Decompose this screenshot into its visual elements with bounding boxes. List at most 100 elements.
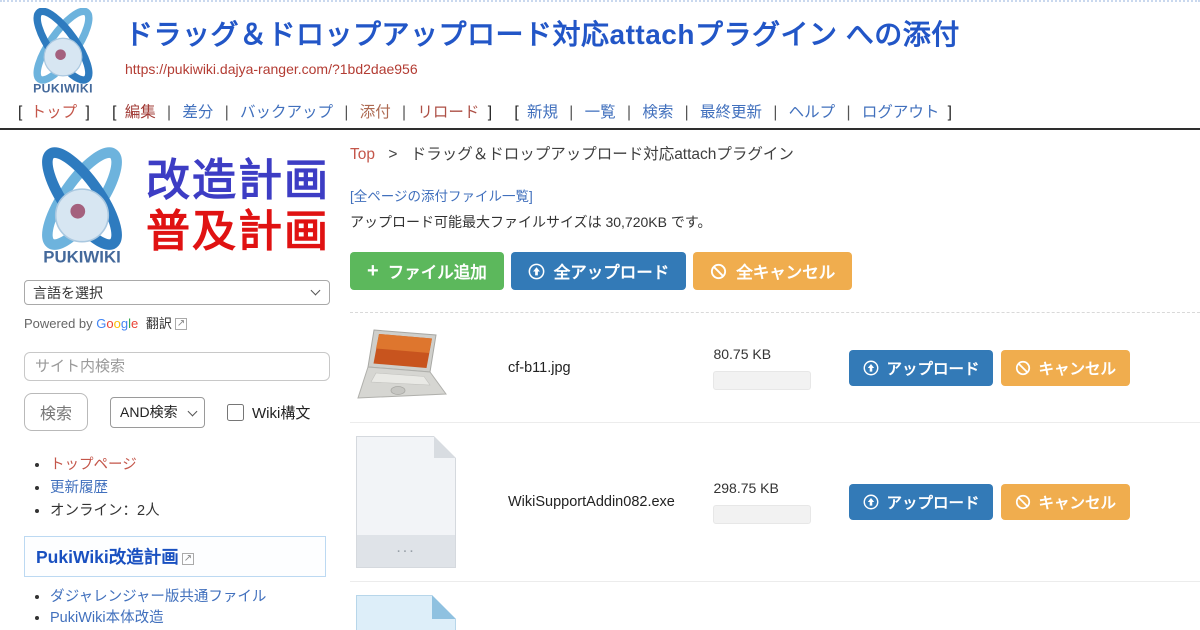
list-item: トップページ <box>50 455 330 477</box>
atom-logo-icon: PUKIWIKI <box>24 146 140 268</box>
logo-slogan-1: 改造計画 <box>146 156 330 207</box>
sidebar-link-toppage[interactable]: トップページ <box>50 457 137 473</box>
nav-link-recent[interactable]: 最終更新 <box>700 104 762 121</box>
nav-link-new[interactable]: 新規 <box>527 104 558 121</box>
bracket: [ <box>514 104 518 121</box>
list-item: オンライン：2人 <box>50 501 330 523</box>
pukiwiki-attach-page: PUKIWIKI ドラッグ＆ドロップアップロード対応attachプラグイン への… <box>0 0 1200 630</box>
online-count: オンライン：2人 <box>50 503 160 519</box>
breadcrumb-current: ドラッグ＆ドロップアップロード対応attachプラグイン <box>411 146 794 163</box>
logo-slogan-2: 普及計画 <box>146 207 330 258</box>
separator: | <box>685 104 689 121</box>
external-link-icon: ↗ <box>182 553 194 565</box>
breadcrumb-separator: > <box>388 146 397 163</box>
wiki-syntax-label: Wiki構文 <box>252 402 310 423</box>
powered-by-google: Powered by Google 翻訳↗ <box>24 313 330 332</box>
list-item: ダジャレンジャー版共通ファイル <box>50 587 330 608</box>
nav-link-search[interactable]: 検索 <box>642 104 673 121</box>
separator: | <box>569 104 573 121</box>
upload-button[interactable]: アップロード <box>849 350 993 386</box>
nav-bar: [ トップ ] [ 編集 | 差分 | バックアップ | 添付 | リロード ]… <box>0 98 1200 128</box>
nav-link-edit[interactable]: 編集 <box>125 104 156 121</box>
file-thumbnail <box>356 326 508 409</box>
sidebar: PUKIWIKI 改造計画 普及計画 言語を選択 Powered by Goog… <box>0 130 330 630</box>
file-size: 80.75 KB <box>713 346 833 362</box>
file-name: cf-b11.jpg <box>508 360 713 376</box>
separator: | <box>167 104 171 121</box>
all-attachments-link[interactable]: [全ページの添付ファイル一覧] <box>350 185 533 205</box>
upload-toolbar: + ファイル追加 全アップロード 全キャンセル <box>350 252 1200 290</box>
sidebar-link-history[interactable]: 更新履歴 <box>50 480 108 496</box>
ban-icon <box>1015 360 1031 376</box>
svg-text:PUKIWIKI: PUKIWIKI <box>43 248 121 267</box>
upload-progress-bar <box>713 371 811 390</box>
laptop-image-thumbnail <box>356 326 450 404</box>
sidebar-logo[interactable]: PUKIWIKI 改造計画 普及計画 <box>24 146 330 268</box>
nav-link-attach[interactable]: 添付 <box>360 104 391 121</box>
wiki-syntax-checkbox[interactable] <box>227 404 244 421</box>
ban-icon <box>1015 494 1031 510</box>
upload-circle-icon <box>863 494 879 510</box>
site-search-input[interactable] <box>24 352 330 381</box>
separator: | <box>627 104 631 121</box>
bracket: ] <box>948 104 952 121</box>
add-files-button[interactable]: + ファイル追加 <box>350 252 504 290</box>
max-filesize-text: アップロード可能最大ファイルサイズは 30,720KB です。 <box>350 212 1200 232</box>
svg-text:PUKIWIKI: PUKIWIKI <box>33 81 93 95</box>
upload-circle-icon <box>863 360 879 376</box>
bracket: ] <box>85 104 89 121</box>
page-fold-corner <box>434 436 456 458</box>
sidebar-link-core-mod[interactable]: PukiWiki本体改造 <box>50 610 164 626</box>
upload-progress-bar <box>713 505 811 524</box>
pukiwiki-logo[interactable]: PUKIWIKI <box>18 8 108 103</box>
upload-button[interactable]: アップロード <box>849 484 993 520</box>
separator: | <box>773 104 777 121</box>
sidebar-section-header[interactable]: PukiWiki改造計画↗ <box>24 536 326 577</box>
bracket: ] <box>488 104 492 121</box>
ban-icon <box>710 263 727 280</box>
nav-link-help[interactable]: ヘルプ <box>789 104 836 121</box>
nav-link-list[interactable]: 一覧 <box>585 104 616 121</box>
breadcrumb-home-link[interactable]: Top <box>350 146 375 163</box>
separator: | <box>225 104 229 121</box>
file-row: </> contents.html 60.78 KB <box>350 582 1200 630</box>
upload-file-list: cf-b11.jpg 80.75 KB アップロード <box>350 312 1200 630</box>
bracket: [ <box>112 104 116 121</box>
list-item: 更新履歴 <box>50 478 330 500</box>
nav-link-reload[interactable]: リロード <box>417 104 479 121</box>
nav-link-logout[interactable]: ログアウト <box>862 104 940 121</box>
page-url-link[interactable]: https://pukiwiki.dajya-ranger.com/?1bd2d… <box>125 61 418 77</box>
file-row: ... WikiSupportAddin082.exe 298.75 KB <box>350 423 1200 582</box>
cancel-button[interactable]: キャンセル <box>1001 350 1130 386</box>
file-row: cf-b11.jpg 80.75 KB アップロード <box>350 313 1200 423</box>
sidebar-link-common-files[interactable]: ダジャレンジャー版共通ファイル <box>50 589 266 605</box>
translate-label: 翻訳 <box>146 316 172 331</box>
search-button[interactable]: 検索 <box>24 393 88 431</box>
atom-logo-icon: PUKIWIKI <box>18 8 108 98</box>
upload-circle-icon <box>528 263 545 280</box>
external-link-icon: ↗ <box>175 318 187 330</box>
html-file-icon: </> <box>356 595 456 630</box>
file-icon-dots: ... <box>357 535 455 567</box>
search-mode-select[interactable]: AND検索 <box>110 397 205 428</box>
google-logo: Google <box>96 316 138 331</box>
site-header: PUKIWIKI ドラッグ＆ドロップアップロード対応attachプラグイン への… <box>0 4 1200 98</box>
file-thumbnail: </> <box>356 595 508 630</box>
main-content: Top > ドラッグ＆ドロップアップロード対応attachプラグイン [全ページ… <box>330 130 1200 630</box>
nav-link-backup[interactable]: バックアップ <box>240 104 333 121</box>
upload-all-button[interactable]: 全アップロード <box>511 252 687 290</box>
generic-file-icon: ... <box>356 436 456 568</box>
page-fold-corner <box>432 595 456 619</box>
file-size: 298.75 KB <box>713 480 833 496</box>
cancel-all-button[interactable]: 全キャンセル <box>693 252 852 290</box>
breadcrumb: Top > ドラッグ＆ドロップアップロード対応attachプラグイン <box>350 142 1200 164</box>
file-thumbnail: ... <box>356 436 508 568</box>
bracket: [ <box>18 104 22 121</box>
cancel-button[interactable]: キャンセル <box>1001 484 1130 520</box>
language-select[interactable]: 言語を選択 <box>24 280 330 305</box>
nav-link-top[interactable]: トップ <box>31 104 78 121</box>
list-item: PukiWiki本体改造 <box>50 608 330 629</box>
separator: | <box>846 104 850 121</box>
nav-link-diff[interactable]: 差分 <box>182 104 213 121</box>
separator: | <box>402 104 406 121</box>
